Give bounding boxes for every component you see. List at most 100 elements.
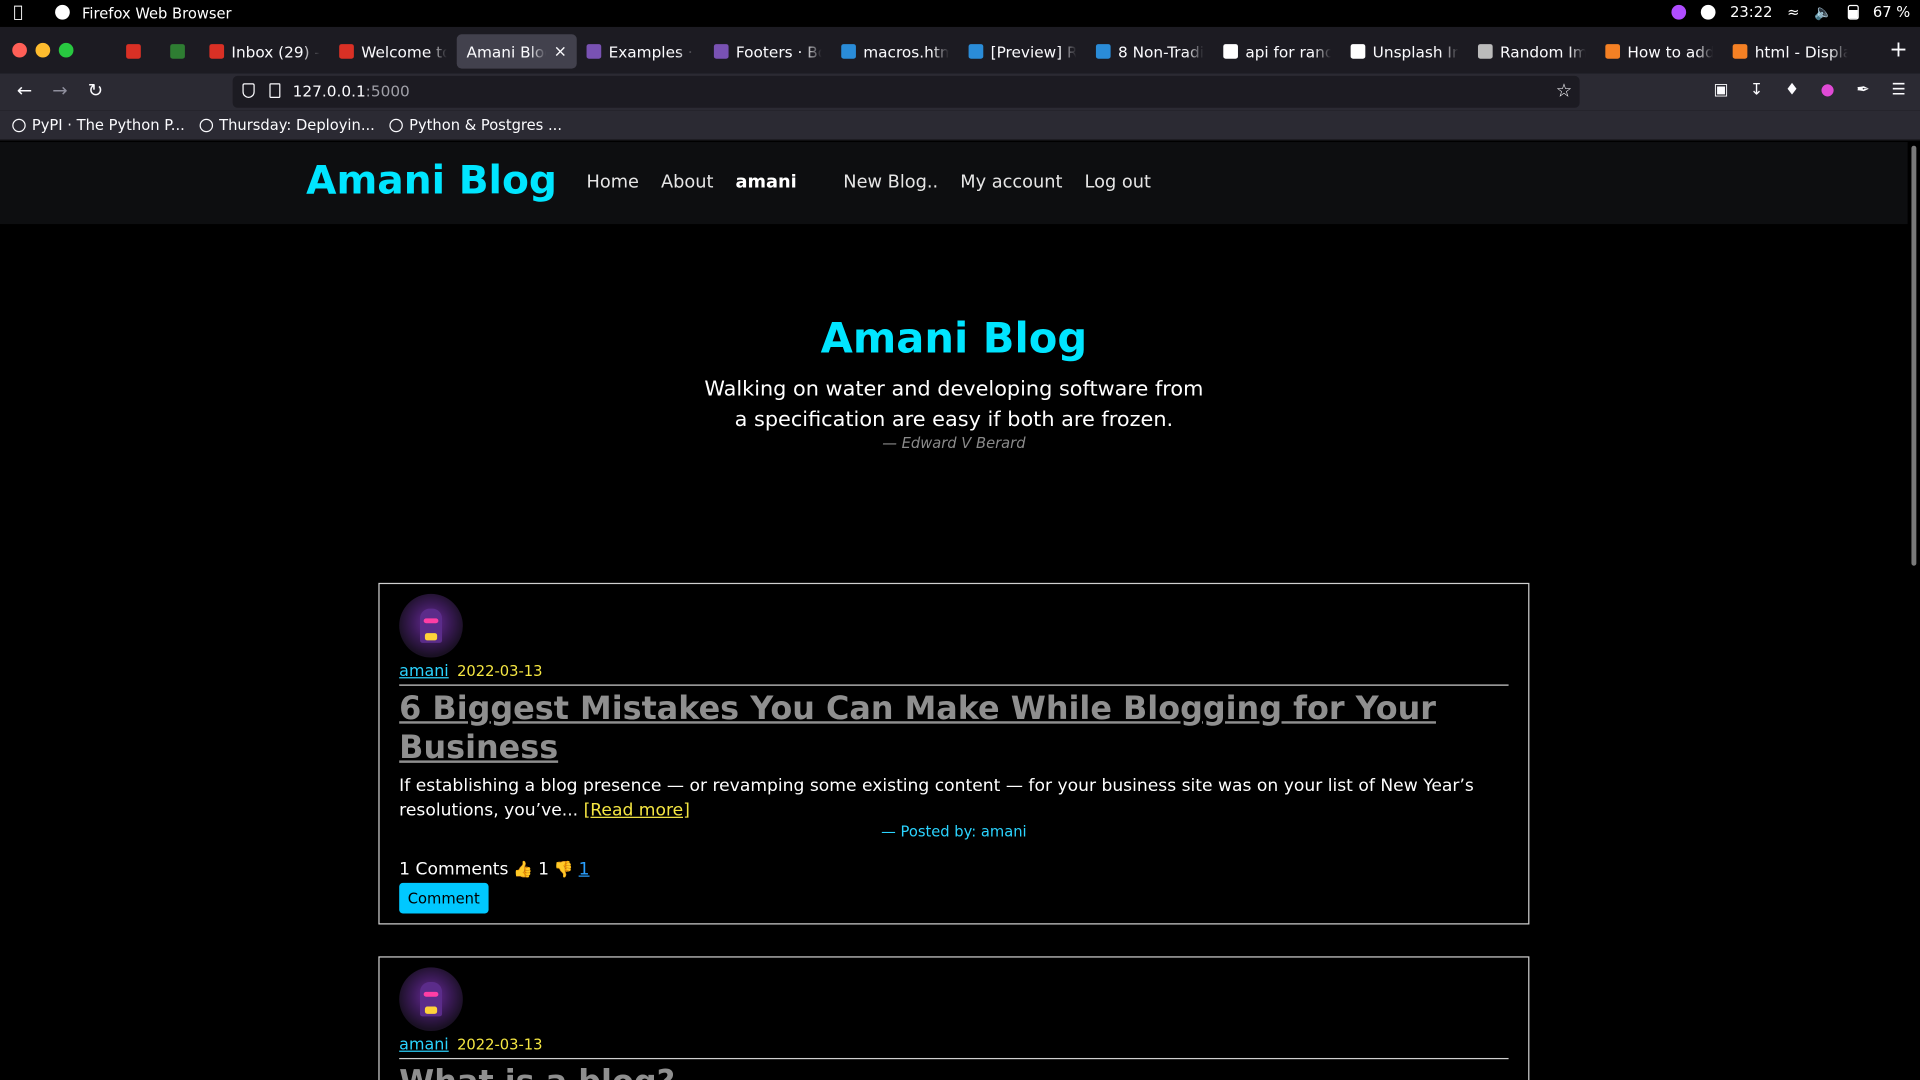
eyedropper-icon[interactable]: ✒ xyxy=(1854,81,1872,99)
reload-button[interactable]: ↻ xyxy=(83,80,107,102)
vscode-icon xyxy=(968,44,984,59)
gmail-icon xyxy=(339,44,354,59)
pocket-icon[interactable]: ▣ xyxy=(1712,81,1730,99)
bookmark-item[interactable]: Python & Postgres ... xyxy=(389,116,562,133)
tab-title: 8 Non-Traditi xyxy=(1117,42,1204,61)
browser-tab[interactable]: api for rando xyxy=(1213,34,1340,68)
bookmark-star-icon[interactable]: ☆ xyxy=(1556,80,1572,102)
post-title-link[interactable]: What is a blog? xyxy=(399,1063,1455,1080)
browser-tab[interactable]: Examples · B xyxy=(577,34,704,68)
nav-new-blog[interactable]: New Blog.. xyxy=(843,173,938,193)
nav-my-account[interactable]: My account xyxy=(960,173,1062,193)
bookmark-item[interactable]: PyPI · The Python P... xyxy=(12,116,185,133)
gmail-icon xyxy=(126,44,141,59)
color-extension-icon[interactable]: ● xyxy=(1818,81,1836,99)
comment-button[interactable]: Comment xyxy=(399,882,489,914)
app-title: Firefox Web Browser xyxy=(82,4,232,23)
hero-quote: Walking on water and developing software… xyxy=(704,377,1204,433)
read-more-link[interactable]: [Read more] xyxy=(584,801,690,821)
browser-tab[interactable]: html - Displa xyxy=(1723,34,1858,68)
tab-title: Examples · B xyxy=(608,42,695,61)
browser-tab[interactable]: Footers · Boo xyxy=(704,34,831,68)
dislike-count[interactable]: 1 xyxy=(579,860,590,880)
site-brand[interactable]: Amani Blog xyxy=(306,157,557,204)
battery-icon[interactable] xyxy=(1847,4,1859,20)
tab-title: Random Ima xyxy=(1500,42,1586,61)
tab-title: Unsplash Ima xyxy=(1372,42,1459,61)
browser-tab[interactable]: Welcome to I xyxy=(329,34,456,68)
tab-title: api for rando xyxy=(1245,42,1331,61)
update-icon[interactable] xyxy=(1700,4,1716,20)
page-scrollbar[interactable] xyxy=(1907,142,1920,1080)
bookmark-label: PyPI · The Python P... xyxy=(31,116,185,134)
chart-icon xyxy=(1095,44,1111,59)
firefox-icon xyxy=(55,4,70,20)
bookmark-item[interactable]: Thursday: Deployin... xyxy=(199,116,375,134)
shield-icon[interactable] xyxy=(242,83,255,98)
google-icon xyxy=(1223,44,1238,59)
browser-tab[interactable] xyxy=(116,34,160,68)
post-date: 2022-03-13 xyxy=(457,1035,543,1054)
browser-tab[interactable] xyxy=(160,34,199,68)
clock[interactable]: 23:22 xyxy=(1730,4,1772,21)
post-author-link[interactable]: amani xyxy=(399,662,449,680)
forward-button[interactable]: → xyxy=(48,80,72,102)
unsplash-icon xyxy=(1350,44,1366,59)
page-info-icon[interactable] xyxy=(269,83,281,98)
new-tab-button[interactable]: + xyxy=(1889,37,1907,63)
globe-icon xyxy=(389,118,403,132)
address-bar[interactable]: 127.0.0.1:5000 ☆ xyxy=(232,75,1580,108)
color-picker-icon[interactable] xyxy=(1671,4,1687,20)
nav-about[interactable]: About xyxy=(661,173,714,193)
avatar xyxy=(399,967,463,1032)
thumbs-down-icon[interactable]: 👎 xyxy=(554,860,574,878)
nav-home[interactable]: Home xyxy=(587,173,639,193)
browser-tab[interactable]: Random Ima xyxy=(1468,34,1595,68)
browser-tab[interactable]: Amani Blog × xyxy=(456,34,577,69)
browser-tab[interactable]: How to add t xyxy=(1596,34,1723,68)
post-date: 2022-03-13 xyxy=(457,662,543,680)
nav-log-out[interactable]: Log out xyxy=(1085,173,1151,193)
posted-by: — Posted by: amani xyxy=(881,822,1027,841)
hero-title: Amani Blog xyxy=(820,314,1088,364)
site-navbar: Amani Blog Home About amani New Blog.. M… xyxy=(0,142,1908,225)
tab-title: macros.html xyxy=(863,42,949,61)
image-icon xyxy=(1477,44,1493,59)
nav-current-user[interactable]: amani xyxy=(736,173,797,193)
scrollbar-thumb[interactable] xyxy=(1911,145,1917,566)
avatar xyxy=(399,593,463,658)
maximize-window-button[interactable] xyxy=(58,42,74,58)
downloads-icon[interactable]: ↧ xyxy=(1747,81,1765,99)
os-status-area: 23:22 ≈ 🔈 67 % xyxy=(1671,4,1910,21)
browser-tab[interactable]: [Preview] RE xyxy=(959,34,1086,68)
close-tab-icon[interactable]: × xyxy=(554,42,567,60)
tab-title: How to add t xyxy=(1627,42,1714,61)
close-window-button[interactable] xyxy=(12,42,27,58)
post-card: amani 2022-03-13 6 Biggest Mistakes You … xyxy=(378,582,1530,925)
vscode-icon xyxy=(841,44,856,59)
url-text[interactable]: 127.0.0.1:5000 xyxy=(293,82,410,100)
thumbs-up-icon[interactable]: 👍 xyxy=(513,860,533,878)
back-button[interactable]: ← xyxy=(12,80,36,102)
bookmarks-toolbar: PyPI · The Python P... Thursday: Deployin… xyxy=(0,110,1920,141)
minimize-window-button[interactable] xyxy=(35,42,51,58)
bookmark-label: Thursday: Deployin... xyxy=(219,116,375,134)
volume-icon[interactable]: 🔈 xyxy=(1814,4,1832,21)
site-nav-links: Home About amani New Blog.. My account L… xyxy=(587,173,1173,193)
browser-tab[interactable]: 8 Non-Traditi xyxy=(1086,34,1213,68)
post-meta: amani 2022-03-13 xyxy=(399,662,542,680)
extension-icon[interactable]: ♦ xyxy=(1783,81,1801,99)
browser-tab[interactable]: Inbox (29) - c xyxy=(200,34,330,68)
post-meta: amani 2022-03-13 xyxy=(399,1036,542,1054)
apple-icon[interactable]:  xyxy=(13,4,23,22)
nav-toolbar: ← → ↻ 127.0.0.1:5000 ☆ ▣ ↧ ♦ ● ✒ ☰ xyxy=(0,73,1920,111)
divider xyxy=(399,684,1509,686)
post-author-link[interactable]: amani xyxy=(399,1036,449,1054)
like-count: 1 xyxy=(538,859,550,880)
wifi-icon[interactable]: ≈ xyxy=(1787,4,1799,21)
menu-icon[interactable]: ☰ xyxy=(1889,81,1907,99)
browser-tab[interactable]: Unsplash Ima xyxy=(1341,34,1468,68)
stackoverflow-icon xyxy=(1605,44,1621,59)
post-title-link[interactable]: 6 Biggest Mistakes You Can Make While Bl… xyxy=(399,689,1455,767)
browser-tab[interactable]: macros.html xyxy=(831,34,958,68)
